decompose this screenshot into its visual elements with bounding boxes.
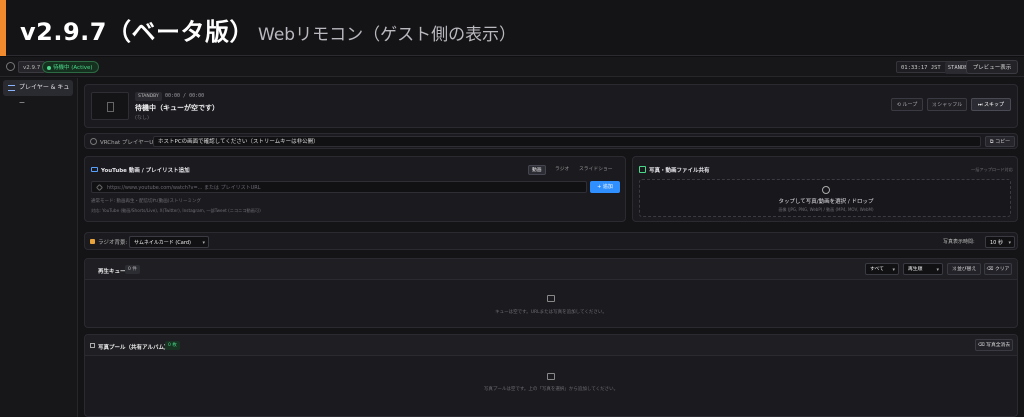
supported-sites-note: 対応: YouTube (動画/Shorts/Live), X(Twitter)… [91,208,261,213]
clear-all-photos-button[interactable]: ⌫ 写真全消去 [975,339,1013,351]
youtube-url-input[interactable]: https://www.youtube.com/watch?v=... または … [91,181,587,193]
link-icon [95,183,104,192]
banner-subtitle: Webリモコン（ゲスト側の表示） [258,25,517,45]
queue-heading: 再生キュー [98,269,126,275]
youtube-heading: YouTube 動画 / プレイリスト追加 [91,166,190,174]
youtube-add-card: YouTube 動画 / プレイリスト追加 動画 ラジオ スライドショー htt… [84,156,626,222]
loop-button[interactable]: ⟲ ループ [891,98,923,111]
now-playing-description: (なし) [135,115,149,121]
drop-formats: 画像 (JPG, PNG, WebP) / 動画 (MP4, MOV, WebM… [778,207,874,212]
thumbnail [91,92,129,120]
vrchat-url-field[interactable]: ホストPCの画面で確認してください（ストリームキーは非公開） [153,136,981,147]
photo-time-label: 写真表示時間: [943,239,975,245]
tab-video[interactable]: 動画 [528,165,546,175]
sidebar-item-player-queue[interactable]: プレイヤー & キュー [3,80,73,107]
trash-icon: ⌫ [977,343,987,348]
chevron-down-icon: ▾ [202,240,205,246]
radio-settings-bar: ラジオ背景: サムネイルカード (Card) ▾ 写真表示時間: 10 秒 ▾ [84,232,1018,250]
trash-icon: ⌫ [986,267,995,272]
shuffle-button[interactable]: ⤨ シャッフル [927,98,967,111]
vrchat-url-bar: VRChat プレイヤーURL: ホストPCの画面で確認してください（ストリーム… [84,133,1018,149]
copy-button[interactable]: ⧉ コピー [985,136,1015,147]
add-button[interactable]: + 追加 [590,181,620,193]
playback-time: 00:00 / 00:00 [165,93,205,99]
clear-queue-button[interactable]: ⌫ クリア [984,263,1012,275]
queue-count-badge: 0 件 [125,265,140,274]
sidebar-item-label: プレイヤー & キュー [19,84,70,107]
queue-card: 再生キュー 0 件 すべて ▾ 再生順 ▾ ⤨ 並び替え ⌫ クリア キューは空です… [84,258,1018,328]
queue-filter-select[interactable]: すべて ▾ [865,263,899,275]
banner: v2.9.7（ベータ版） Webリモコン（ゲスト側の表示） [0,0,1024,56]
mode-note: 通常モード: 動画再生・配信切れ(動画)ストリーミング [91,199,201,204]
chevron-down-icon: ▾ [892,267,895,273]
status-dot-icon [47,66,51,70]
photo-pool-empty-text: 写真プールは空です。上の「写真を選択」から追加してください。 [483,387,619,392]
photo-pool-count-badge: 0 枚 [165,341,180,350]
version-title: v2.9.7（ベータ版） [20,18,254,46]
queue-sort-select[interactable]: 再生順 ▾ [903,263,943,275]
upload-icon [822,186,830,194]
tab-radio[interactable]: ラジオ [552,165,572,175]
youtube-icon [91,167,98,172]
queue-empty-text: キューは空です。URLまたは写真を追加してください。 [495,310,607,315]
file-drop-zone[interactable]: タップして写真/動画を選択 / ドロップ 画像 (JPG, PNG, WebP)… [639,179,1011,217]
radio-bg-label: ラジオ背景: [98,240,128,246]
upload-note: 一括アップロード対応 [971,167,1013,172]
skip-button[interactable]: ⏭ スキップ [971,98,1011,111]
sidebar: プレイヤー & キュー [0,78,78,417]
drop-title: タップして写真/動画を選択 / ドロップ [778,199,874,205]
photo-pool-heading: 写真プール（共有アルバム） [90,343,169,351]
chevron-down-icon: ▾ [936,267,939,273]
now-playing-card: STANDBY 00:00 / 00:00 待機中（キューが空です） (なし) … [84,84,1018,128]
list-icon [8,85,15,91]
photo-share-heading: 写真・動画ファイル共有 [639,166,710,174]
radio-icon [90,239,95,244]
image-icon [639,166,646,173]
banner-accent-bar [0,0,6,56]
photo-time-select[interactable]: 10 秒 ▾ [985,236,1015,248]
playback-state-badge: STANDBY [135,92,162,101]
reorder-button[interactable]: ⤨ 並び替え [947,263,981,275]
globe-icon [90,138,97,145]
tab-slideshow[interactable]: スライドショー [576,165,616,175]
app-logo-icon [6,62,15,71]
chevron-down-icon: ▾ [1008,240,1011,246]
mode-segmented-control: 動画 ラジオ スライドショー [528,165,622,175]
inbox-icon [547,295,555,302]
radio-bg-select[interactable]: サムネイルカード (Card) ▾ [129,236,209,248]
queue-header: 再生キュー 0 件 すべて ▾ 再生順 ▾ ⤨ 並び替え ⌫ クリア [85,259,1017,280]
photo-pool-header: 写真プール（共有アルバム） 0 枚 ⌫ 写真全消去 [85,335,1017,356]
now-playing-title: 待機中（キューが空です） [135,104,219,112]
top-bar: v2.9.7 待機中 (Active) 01:33:17 JST STANDBY … [0,57,1024,77]
film-icon [107,102,114,112]
photo-share-card: 写真・動画ファイル共有 一括アップロード対応 タップして写真/動画を選択 / ド… [632,156,1018,222]
photo-pool-card: 写真プール（共有アルバム） 0 枚 ⌫ 写真全消去 写真プールは空です。上の「写… [84,334,1018,417]
status-badge: 待機中 (Active) [42,61,99,73]
album-icon [90,343,95,348]
image-placeholder-icon [547,373,555,380]
preview-button[interactable]: プレビュー表示 [966,60,1018,74]
